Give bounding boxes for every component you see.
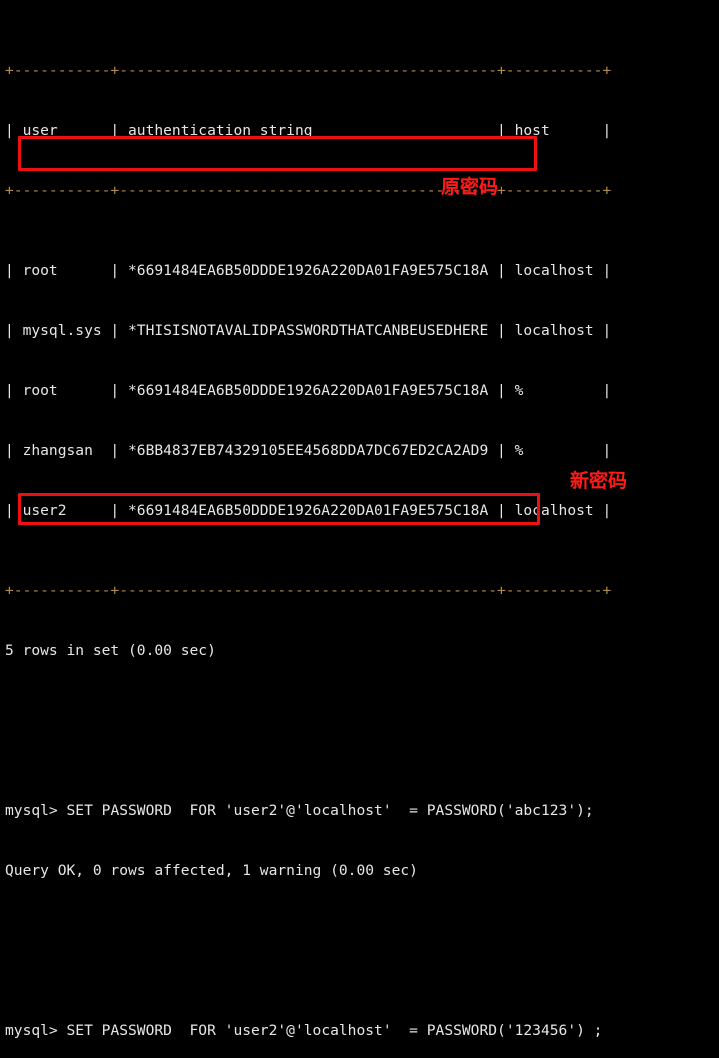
command-result-1: Query OK, 0 rows affected, 1 warning (0.… (5, 862, 418, 879)
table-top-rule-1: +-----------+---------------------------… (5, 62, 612, 79)
terminal-output: +-----------+---------------------------… (5, 1, 719, 1058)
command-set-password-abc123: mysql> SET PASSWORD FOR 'user2'@'localho… (5, 801, 719, 821)
sql-text: SET PASSWORD FOR 'user2'@'localhost' = P… (66, 1022, 603, 1039)
annotation-old-password: 原密码 (441, 176, 499, 198)
table-header-rule-1: +-----------+---------------------------… (5, 182, 612, 199)
prompt: mysql> (5, 1022, 67, 1039)
table-row-user2-old: | user2 | *6691484EA6B50DDDE1926A220DA01… (5, 502, 612, 519)
row-count-status-1: 5 rows in set (0.00 sec) (5, 642, 216, 659)
table-bottom-rule-1: +-----------+---------------------------… (5, 582, 612, 599)
table-header-row-1: | user | authentication_string | host | (5, 122, 612, 139)
table-row: | root | *6691484EA6B50DDDE1926A220DA01F… (5, 382, 612, 399)
table-row: | zhangsan | *6BB4837EB74329105EE4568DDA… (5, 442, 612, 459)
table-row: | mysql.sys | *THISISNOTAVALIDPASSWORDTH… (5, 322, 612, 339)
sql-text: SET PASSWORD FOR 'user2'@'localhost' = P… (66, 802, 594, 819)
prompt: mysql> (5, 802, 67, 819)
terminal-window[interactable]: +-----------+---------------------------… (0, 0, 719, 1039)
table-row: | root | *6691484EA6B50DDDE1926A220DA01F… (5, 262, 612, 279)
command-set-password-123456: mysql> SET PASSWORD FOR 'user2'@'localho… (5, 1021, 719, 1041)
annotation-new-password: 新密码 (570, 470, 628, 492)
